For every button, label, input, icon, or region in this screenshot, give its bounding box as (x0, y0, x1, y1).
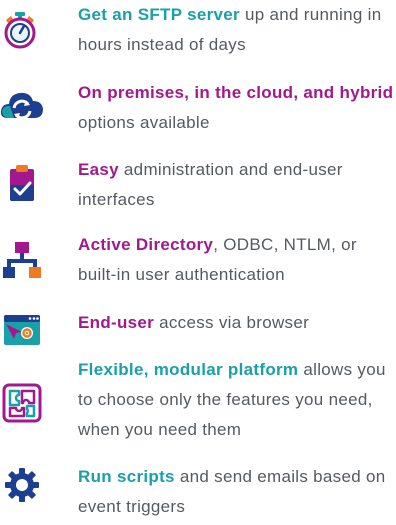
feature-highlight: Active Directory (78, 235, 214, 254)
feature-highlight: End-user (78, 313, 155, 332)
cloud-sync-icon (0, 86, 44, 126)
feature-highlight: Flexible, modular platform (78, 360, 299, 379)
gear-icon (2, 465, 42, 505)
feature-highlight: Get an SFTP server (78, 5, 240, 24)
feature-description: access via browser (154, 313, 310, 332)
feature-text: Active Directory, ODBC, NTLM, or built-i… (78, 230, 396, 290)
feature-text: Get an SFTP server up and running in hou… (78, 0, 396, 60)
org-chart-icon (2, 240, 42, 280)
clipboard-check-icon (2, 163, 42, 203)
feature-description: options available (78, 113, 210, 132)
browser-settings-icon (2, 311, 42, 351)
feature-text: On premises, in the cloud, and hybrid op… (78, 78, 396, 138)
feature-highlight: Easy (78, 160, 119, 179)
feature-highlight: On premises, in the cloud, and hybrid (78, 83, 394, 102)
puzzle-icon (2, 383, 42, 423)
stopwatch-icon (2, 10, 42, 50)
feature-text: Run scripts and send emails based on eve… (78, 462, 396, 522)
feature-highlight: Run scripts (78, 467, 175, 486)
feature-text: Flexible, modular platform allows you to… (78, 355, 396, 445)
feature-text: Easy administration and end-user interfa… (78, 155, 396, 215)
feature-text: End-user access via browser (78, 308, 396, 338)
